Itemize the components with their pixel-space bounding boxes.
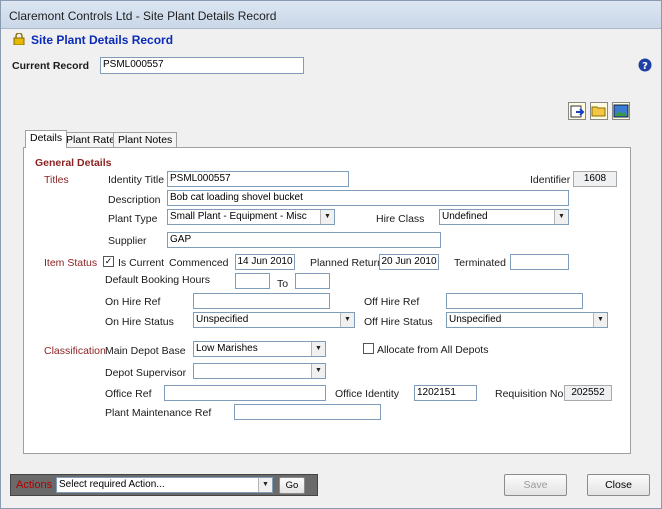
on-hire-status-label: On Hire Status (105, 316, 174, 328)
plant-maintenance-ref-field[interactable] (234, 404, 381, 420)
dropdown-arrow-icon[interactable]: ▼ (554, 210, 568, 224)
page-title: Site Plant Details Record (31, 33, 174, 47)
main-depot-base-label: Main Depot Base (105, 345, 186, 357)
actions-label: Actions (16, 479, 53, 491)
go-button[interactable]: Go (279, 477, 305, 494)
office-ref-label: Office Ref (105, 388, 152, 400)
requisition-no-field: 202552 (564, 385, 612, 401)
dropdown-arrow-icon[interactable]: ▼ (311, 342, 325, 356)
dropdown-arrow-icon[interactable]: ▼ (258, 478, 272, 492)
office-ref-field[interactable] (164, 385, 326, 401)
office-identity-label: Office Identity (335, 388, 400, 400)
off-hire-ref-field[interactable] (446, 293, 583, 309)
dropdown-arrow-icon[interactable]: ▼ (320, 210, 334, 224)
current-record-field[interactable]: PSML000557 (100, 57, 304, 74)
depot-supervisor-select[interactable]: ▼ (193, 363, 326, 379)
description-label: Description (108, 194, 161, 206)
terminated-label: Terminated (454, 257, 506, 269)
identifier-label: Identifier (530, 174, 571, 186)
booking-hours-from-field[interactable] (235, 273, 270, 289)
on-hire-ref-field[interactable] (193, 293, 330, 309)
close-button-label: Close (605, 479, 632, 491)
svg-text:?: ? (642, 61, 648, 72)
tab-details[interactable]: Details (25, 130, 68, 148)
lock-icon (13, 32, 25, 46)
save-button-label: Save (523, 479, 548, 491)
on-hire-status-value: Unspecified (196, 314, 249, 325)
is-current-label: Is Current (118, 257, 165, 269)
item-status-section-label: Item Status (44, 257, 98, 269)
export-icon[interactable] (568, 102, 586, 120)
titles-section-label: Titles (44, 174, 69, 186)
hire-class-select[interactable]: Undefined ▼ (439, 209, 569, 225)
office-identity-field[interactable]: 1202151 (414, 385, 477, 401)
commenced-label: Commenced (169, 257, 229, 269)
allocate-all-depots-label: Allocate from All Depots (377, 344, 489, 356)
supplier-label: Supplier (108, 235, 147, 247)
booking-hours-to-field[interactable] (295, 273, 330, 289)
on-hire-ref-label: On Hire Ref (105, 296, 161, 308)
close-button[interactable]: Close (587, 474, 650, 496)
hire-class-label: Hire Class (376, 213, 425, 225)
planned-return-label: Planned Return (310, 257, 383, 269)
title-bar: Claremont Controls Ltd - Site Plant Deta… (1, 1, 661, 29)
current-record-label: Current Record (12, 60, 90, 72)
picture-icon[interactable] (612, 102, 630, 120)
identity-title-field[interactable]: PSML000557 (167, 171, 349, 187)
commenced-field[interactable]: 14 Jun 2010 (235, 254, 295, 270)
supplier-field[interactable]: GAP (167, 232, 441, 248)
check-icon: ✓ (104, 256, 113, 266)
allocate-all-depots-checkbox[interactable] (363, 343, 374, 354)
planned-return-field[interactable]: 20 Jun 2010 (379, 254, 439, 270)
default-booking-hours-label: Default Booking Hours (105, 274, 211, 286)
open-folder-icon[interactable] (590, 102, 608, 120)
actions-select[interactable]: Select required Action... ▼ (56, 477, 273, 493)
to-label: To (277, 278, 289, 290)
terminated-field[interactable] (510, 254, 569, 270)
dropdown-arrow-icon[interactable]: ▼ (340, 313, 354, 327)
identifier-field: 1608 (573, 171, 617, 187)
requisition-no-label: Requisition No (495, 388, 564, 400)
general-details-heading: General Details (35, 157, 112, 169)
is-current-checkbox[interactable]: ✓ (103, 256, 114, 267)
dropdown-arrow-icon[interactable]: ▼ (593, 313, 607, 327)
off-hire-ref-label: Off Hire Ref (364, 296, 420, 308)
identity-title-label: Identity Title (108, 174, 165, 186)
off-hire-status-label: Off Hire Status (364, 316, 433, 328)
window-title: Claremont Controls Ltd - Site Plant Deta… (9, 9, 277, 23)
tab-details-label: Details (30, 132, 63, 144)
help-icon[interactable]: ? (638, 58, 652, 72)
tab-plant-notes-label: Plant Notes (118, 134, 173, 146)
description-field[interactable]: Bob cat loading shovel bucket (167, 190, 569, 206)
on-hire-status-select[interactable]: Unspecified ▼ (193, 312, 355, 328)
plant-type-value: Small Plant - Equipment - Misc (170, 211, 307, 222)
tab-plant-notes[interactable]: Plant Notes (113, 132, 178, 148)
depot-supervisor-label: Depot Supervisor (105, 367, 187, 379)
off-hire-status-value: Unspecified (449, 314, 502, 325)
plant-type-select[interactable]: Small Plant - Equipment - Misc ▼ (167, 209, 335, 225)
classification-section-label: Classification (44, 345, 106, 357)
main-depot-base-select[interactable]: Low Marishes ▼ (193, 341, 326, 357)
main-depot-base-value: Low Marishes (196, 343, 258, 354)
app-window: Claremont Controls Ltd - Site Plant Deta… (0, 0, 662, 509)
off-hire-status-select[interactable]: Unspecified ▼ (446, 312, 608, 328)
save-button[interactable]: Save (504, 474, 567, 496)
plant-type-label: Plant Type (108, 213, 158, 225)
plant-maintenance-ref-label: Plant Maintenance Ref (105, 407, 212, 419)
go-button-label: Go (285, 480, 299, 491)
actions-select-value: Select required Action... (59, 479, 165, 490)
hire-class-value: Undefined (442, 211, 488, 222)
dropdown-arrow-icon[interactable]: ▼ (311, 364, 325, 378)
